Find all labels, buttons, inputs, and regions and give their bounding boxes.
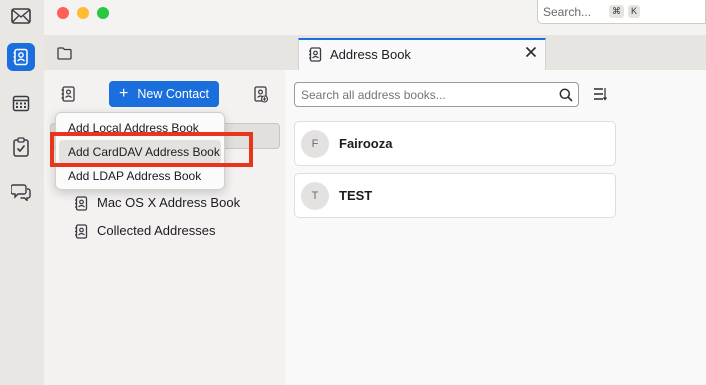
address-book-item-collected[interactable]: Collected Addresses bbox=[74, 223, 216, 239]
contact-detail-pane bbox=[626, 70, 706, 385]
address-book-icon bbox=[74, 223, 88, 239]
new-contact-label: New Contact bbox=[137, 87, 209, 101]
address-book-item-mac-os-x[interactable]: Mac OS X Address Book bbox=[74, 195, 241, 211]
contacts-search-field[interactable] bbox=[294, 82, 579, 107]
address-book-menu-icon[interactable] bbox=[60, 86, 76, 106]
mail-icon[interactable] bbox=[7, 2, 35, 30]
new-contact-button[interactable]: + New Contact bbox=[109, 81, 219, 107]
avatar: F bbox=[301, 130, 329, 158]
address-book-icon bbox=[74, 195, 88, 211]
zoom-window-button[interactable] bbox=[97, 7, 109, 19]
contacts-list-pane bbox=[285, 70, 627, 385]
contacts-search-input[interactable] bbox=[301, 86, 546, 103]
address-book-item-label: Mac OS X Address Book bbox=[97, 195, 241, 210]
shortcut-key-k: K bbox=[628, 5, 641, 18]
address-book-tab-icon bbox=[308, 47, 322, 65]
tasks-icon[interactable] bbox=[7, 133, 35, 161]
spaces-toolbar bbox=[0, 0, 45, 385]
minimize-window-button[interactable] bbox=[77, 7, 89, 19]
close-window-button[interactable] bbox=[57, 7, 69, 19]
tab-address-book[interactable]: Address Book bbox=[298, 38, 546, 70]
tab-title: Address Book bbox=[330, 47, 411, 62]
contact-name: TEST bbox=[339, 188, 373, 203]
avatar: T bbox=[301, 182, 329, 210]
address-book-icon[interactable] bbox=[7, 43, 35, 71]
shortcut-key-cmd: ⌘ bbox=[609, 5, 625, 18]
contact-card[interactable]: F Fairooza bbox=[294, 121, 616, 166]
highlight-box bbox=[50, 132, 253, 167]
close-tab-icon[interactable] bbox=[525, 46, 537, 61]
address-book-item-label: Collected Addresses bbox=[97, 223, 216, 238]
global-search-placeholder: Search... bbox=[543, 4, 592, 19]
contact-name: Fairooza bbox=[339, 136, 393, 151]
calendar-icon[interactable] bbox=[7, 89, 35, 117]
search-icon bbox=[559, 88, 573, 105]
plus-icon: + bbox=[119, 85, 129, 102]
new-list-icon[interactable] bbox=[252, 86, 269, 106]
contact-card[interactable]: T TEST bbox=[294, 173, 616, 218]
menu-item-add-ldap[interactable]: Add LDAP Address Book bbox=[59, 164, 221, 188]
global-search-box[interactable]: Search... ⌘ K bbox=[537, 0, 706, 24]
chat-icon[interactable] bbox=[7, 178, 35, 206]
sort-options-icon[interactable] bbox=[593, 87, 607, 104]
folder-icon[interactable] bbox=[57, 47, 72, 63]
